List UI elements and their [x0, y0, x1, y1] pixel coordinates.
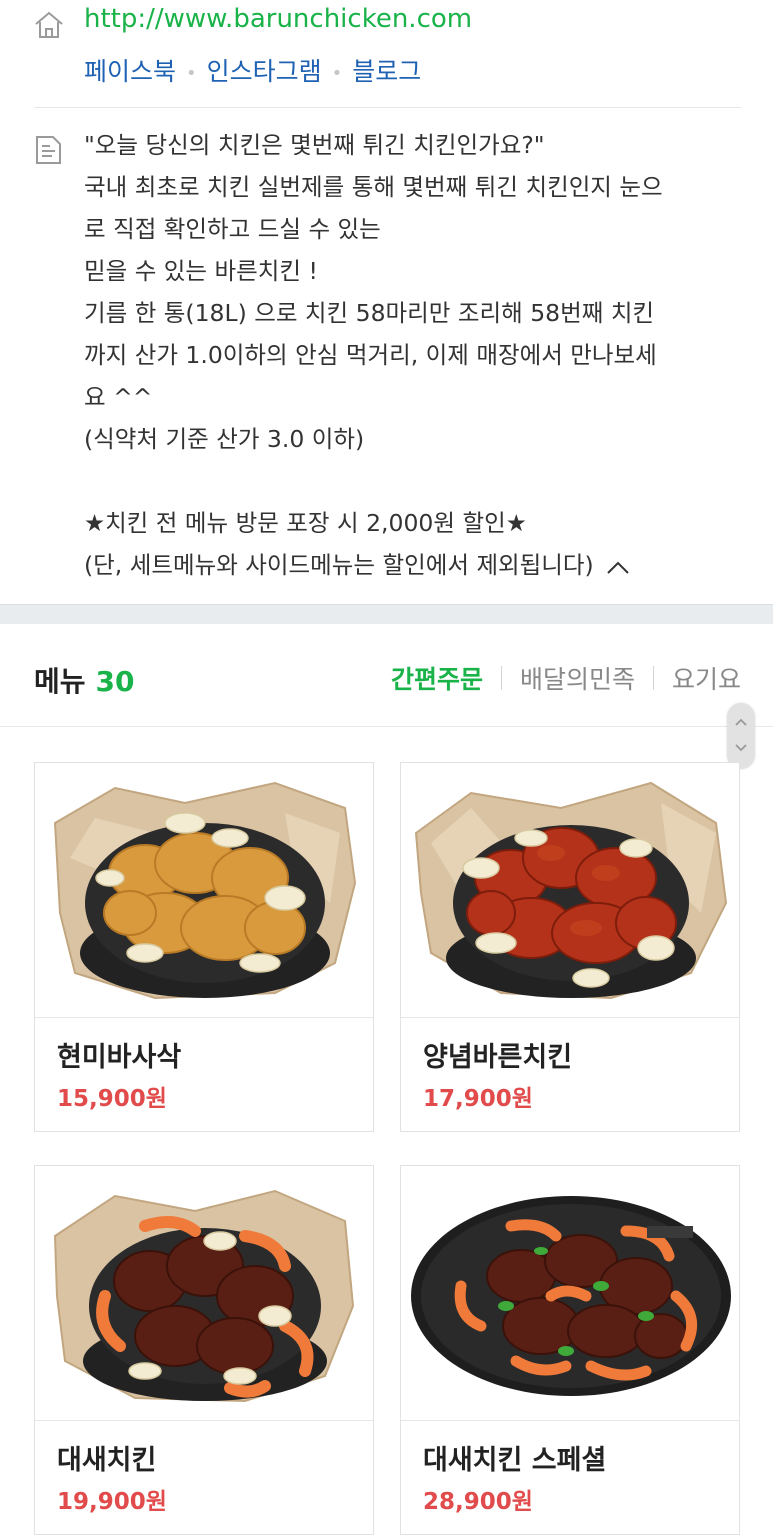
menu-item-name: 양념바른치킨: [423, 1042, 573, 1073]
description-line: 까지 산가 1.0이하의 안심 먹거리, 이제 매장에서 만나보세: [84, 341, 657, 369]
menu-card[interactable]: 대새치킨 19,900원: [34, 1165, 374, 1535]
description-line: (단, 세트메뉴와 사이드메뉴는 할인에서 제외됩니다): [84, 544, 756, 586]
description-line: [84, 460, 756, 502]
facebook-link[interactable]: 페이스북: [84, 57, 176, 86]
document-icon: [36, 136, 61, 164]
separator-dot: •: [331, 62, 343, 84]
sns-links: 페이스북 • 인스타그램 • 블로그: [84, 52, 421, 88]
fried-chicken-plain-image: [35, 763, 373, 1018]
description-line: "오늘 당신의 치킨은 몇번째 튀긴 치킨인가요?": [84, 131, 545, 159]
menu-title: 메뉴 30: [34, 660, 135, 700]
home-icon: [35, 11, 63, 38]
menu-header: 메뉴 30 간편주문 배달의민족 요기요: [0, 624, 773, 727]
menu-item-name: 대새치킨: [57, 1445, 157, 1476]
menu-card[interactable]: 현미바사삭 15,900원: [34, 762, 374, 1132]
menu-item-name: 대새치킨 스페셜: [423, 1445, 607, 1476]
menu-item-price: 17,900원: [423, 1086, 533, 1112]
chicken-shrimp-image: [35, 1166, 373, 1421]
tab-divider: [500, 666, 502, 690]
tab-yogiyo[interactable]: 요기요: [672, 660, 741, 696]
menu-card[interactable]: 양념바른치킨 17,900원: [400, 762, 740, 1132]
divider: [34, 107, 741, 108]
homepage-link[interactable]: http://www.barunchicken.com: [84, 4, 472, 34]
description-line: (식약처 기준 산가 3.0 이하): [84, 425, 365, 453]
place-info-section: http://www.barunchicken.com 페이스북 • 인스타그램 • 블…: [0, 0, 773, 604]
separator-dot: •: [186, 62, 197, 84]
instagram-link[interactable]: 인스타그램: [207, 57, 322, 86]
menu-item-price: 15,900원: [57, 1086, 167, 1112]
tab-easy-order[interactable]: 간편주문: [391, 660, 483, 696]
description-line: 기름 한 통(18L) 으로 치킨 58마리만 조리해 58번째 치킨: [84, 299, 655, 327]
menu-title-label: 메뉴: [34, 665, 86, 698]
description-line-text: (단, 세트메뉴와 사이드메뉴는 할인에서 제외됩니다): [84, 551, 594, 579]
description-line: 로 직접 확인하고 드실 수 있는: [84, 215, 381, 243]
tab-divider: [652, 666, 654, 690]
chicken-shrimp-special-image: [401, 1166, 739, 1421]
chevron-down-icon: [735, 744, 747, 752]
description-line: 국내 최초로 치킨 실번제를 통해 몇번째 튀긴 치킨인지 눈으: [84, 173, 663, 201]
fried-chicken-sauced-image: [401, 763, 739, 1018]
description-line: 요 ^^: [84, 383, 153, 411]
order-tabs: 간편주문 배달의민족 요기요: [391, 660, 741, 696]
scroll-handle[interactable]: [727, 703, 755, 769]
menu-card[interactable]: 대새치킨 스페셜 28,900원: [400, 1165, 740, 1535]
collapse-chevron-up-icon[interactable]: [606, 559, 630, 575]
menu-item-name: 현미바사삭: [57, 1042, 182, 1073]
chevron-up-icon: [735, 718, 747, 726]
description-line: ★치킨 전 메뉴 방문 포장 시 2,000원 할인★: [84, 509, 527, 537]
menu-item-price: 28,900원: [423, 1489, 533, 1515]
section-separator: [0, 604, 773, 625]
description-text: "오늘 당신의 치킨은 몇번째 튀긴 치킨인가요?" 국내 최초로 치킨 실번제…: [84, 124, 756, 586]
description-line: 믿을 수 있는 바른치킨 !: [84, 257, 318, 285]
blog-link[interactable]: 블로그: [352, 57, 421, 86]
menu-count: 30: [95, 665, 135, 698]
menu-item-price: 19,900원: [57, 1489, 167, 1515]
tab-baemin[interactable]: 배달의민족: [520, 660, 635, 696]
